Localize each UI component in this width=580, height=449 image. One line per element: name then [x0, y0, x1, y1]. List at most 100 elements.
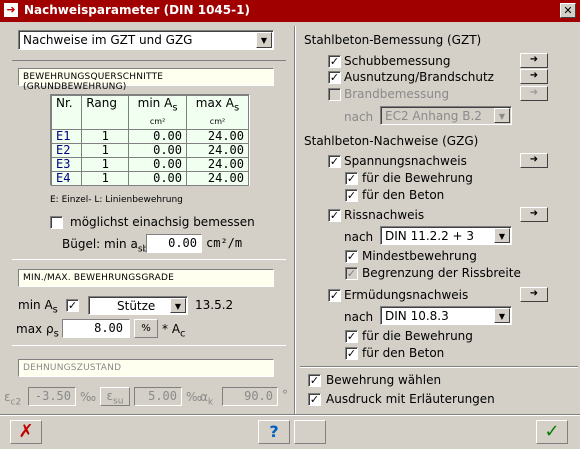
- help-button[interactable]: ?: [258, 420, 290, 444]
- fire-checkbox[interactable]: [328, 88, 341, 101]
- utilization-details-button[interactable]: ➜: [520, 69, 548, 84]
- col-max: max As cm²: [186, 95, 249, 130]
- choose-reinf-label: Bewehrung wählen: [326, 373, 442, 387]
- cell-max[interactable]: 24.00: [186, 157, 249, 172]
- max-rho-input[interactable]: 8.00: [62, 319, 130, 338]
- cell-min[interactable]: 0.00: [128, 143, 187, 158]
- chevron-down-icon: ▼: [170, 298, 186, 313]
- table-row[interactable]: E1 1 0.00 24.00: [50, 129, 249, 144]
- window-title: Nachweisparameter (DIN 1045-1): [24, 3, 250, 17]
- stress-details-button[interactable]: ➜: [520, 153, 548, 168]
- stress-reinf-checkbox[interactable]: ✓: [345, 172, 358, 185]
- cell-rang[interactable]: 1: [81, 129, 130, 144]
- cell-rang[interactable]: 1: [81, 157, 130, 172]
- col-min: min As cm²: [128, 95, 187, 130]
- gzt-header: Stahlbeton-Bemessung (GZT): [304, 33, 482, 47]
- chevron-down-icon: ▼: [494, 228, 510, 243]
- crack-label: Rissnachweis: [344, 208, 425, 222]
- esu-input[interactable]: 5.00: [134, 387, 182, 406]
- fire-details-button[interactable]: ➜: [520, 86, 548, 101]
- fire-nach-label: nach: [344, 110, 374, 124]
- cell-max[interactable]: 24.00: [186, 129, 249, 144]
- min-as-select[interactable]: Stütze ▼: [88, 296, 188, 315]
- ok-button[interactable]: ✓: [536, 420, 568, 444]
- crack-width-checkbox[interactable]: ✓: [345, 267, 358, 280]
- max-rho-unit-button[interactable]: %: [134, 319, 158, 338]
- right-divider: [300, 366, 578, 368]
- mode-select[interactable]: Nachweise im GZT und GZG ▼: [18, 30, 274, 50]
- blank-button[interactable]: [294, 420, 326, 444]
- stress-conc-checkbox[interactable]: ✓: [345, 189, 358, 202]
- cancel-button[interactable]: ✗: [10, 420, 42, 444]
- utilization-checkbox[interactable]: ✓: [328, 71, 341, 84]
- single-layer-checkbox[interactable]: [50, 216, 63, 229]
- min-as-label: min As: [18, 298, 58, 316]
- ec2-input[interactable]: -3.50: [28, 387, 76, 406]
- crack-checkbox[interactable]: ✓: [328, 209, 341, 222]
- ec2-label: εc2: [4, 390, 22, 408]
- table-legend: E: Einzel- L: Linienbewehrung: [50, 195, 183, 205]
- fatigue-details-button[interactable]: ➜: [520, 287, 548, 302]
- app-icon: ➜: [4, 3, 18, 17]
- cell-min[interactable]: 0.00: [128, 129, 187, 144]
- fire-label: Brandbemessung: [344, 87, 450, 101]
- esu-button[interactable]: εsu: [100, 387, 130, 406]
- chevron-down-icon: ▼: [494, 108, 510, 123]
- shear-label: Schubbemessung: [344, 54, 451, 68]
- cell-min[interactable]: 0.00: [128, 171, 187, 186]
- max-rho-suffix: * Ac: [162, 322, 186, 340]
- fatigue-nach-label: nach: [344, 310, 374, 324]
- table-row[interactable]: E4 1 0.00 24.00: [50, 171, 249, 186]
- cell-nr[interactable]: E3: [50, 157, 83, 172]
- reinforcement-table: Nr. Rang min As cm² max As cm² E1 1 0.00 24…: [50, 94, 250, 186]
- ec2-unit: ‰: [80, 390, 97, 404]
- min-as-checkbox[interactable]: ✓: [66, 299, 79, 312]
- fire-method-select[interactable]: EC2 Anhang B.2 ▼: [380, 106, 512, 125]
- stress-reinf-label: für die Bewehrung: [362, 171, 473, 185]
- crack-details-button[interactable]: ➜: [520, 207, 548, 222]
- reinforcement-header: BEWEHRUNGSQUERSCHNITTE (GRUNDBEWEHRUNG): [18, 68, 274, 92]
- col-nr: Nr.: [50, 95, 83, 130]
- gzg-header: Stahlbeton-Nachweise (GZG): [304, 134, 479, 148]
- title-bar: ➜ Nachweisparameter (DIN 1045-1) ✕: [0, 0, 580, 22]
- cell-max[interactable]: 24.00: [186, 171, 249, 186]
- crack-width-label: Begrenzung der Rissbreite: [362, 266, 521, 280]
- fatigue-conc-checkbox[interactable]: ✓: [345, 347, 358, 360]
- stress-checkbox[interactable]: ✓: [328, 155, 341, 168]
- ratios-header: MIN./MAX. BEWEHRUNGSGRADE: [18, 269, 274, 287]
- stirrup-input[interactable]: 0.00: [146, 234, 202, 253]
- help-icon: ?: [269, 422, 279, 441]
- table-row[interactable]: E3 1 0.00 24.00: [50, 157, 249, 172]
- strain-header: DEHNUNGSZUSTAND: [18, 359, 274, 377]
- stirrup-unit: cm²/m: [206, 236, 243, 250]
- crack-method-select[interactable]: DIN 11.2.2 + 3 ▼: [380, 226, 512, 245]
- printout-checkbox[interactable]: ✓: [308, 393, 321, 406]
- cell-nr[interactable]: E2: [50, 143, 83, 158]
- cell-rang[interactable]: 1: [81, 143, 130, 158]
- close-button[interactable]: ✕: [560, 3, 576, 18]
- fatigue-method-select[interactable]: DIN 10.8.3 ▼: [380, 306, 512, 325]
- shear-details-button[interactable]: ➜: [520, 53, 548, 68]
- cancel-icon: ✗: [18, 421, 34, 442]
- crack-min-checkbox[interactable]: ✓: [345, 250, 358, 263]
- stress-label: Spannungsnachweis: [344, 154, 467, 168]
- stress-conc-label: für den Beton: [362, 188, 445, 202]
- shear-checkbox[interactable]: ✓: [328, 55, 341, 68]
- fatigue-checkbox[interactable]: ✓: [328, 289, 341, 302]
- fatigue-reinf-checkbox[interactable]: ✓: [345, 330, 358, 343]
- chevron-down-icon: ▼: [256, 32, 272, 48]
- cell-min[interactable]: 0.00: [128, 157, 187, 172]
- printout-label: Ausdruck mit Erläuterungen: [326, 392, 495, 406]
- cell-rang[interactable]: 1: [81, 171, 130, 186]
- table-row[interactable]: E2 1 0.00 24.00: [50, 143, 249, 158]
- fatigue-label: Ermüdungsnachweis: [344, 288, 469, 302]
- cell-max[interactable]: 24.00: [186, 143, 249, 158]
- cell-nr[interactable]: E1: [50, 129, 83, 144]
- cell-nr[interactable]: E4: [50, 171, 83, 186]
- col-rang: Rang: [81, 95, 130, 130]
- choose-reinf-checkbox[interactable]: ✓: [308, 374, 321, 387]
- ok-icon: ✓: [544, 421, 560, 442]
- footer-divider: [0, 414, 580, 416]
- ak-input[interactable]: 90.0: [222, 387, 278, 406]
- fatigue-conc-label: für den Beton: [362, 346, 445, 360]
